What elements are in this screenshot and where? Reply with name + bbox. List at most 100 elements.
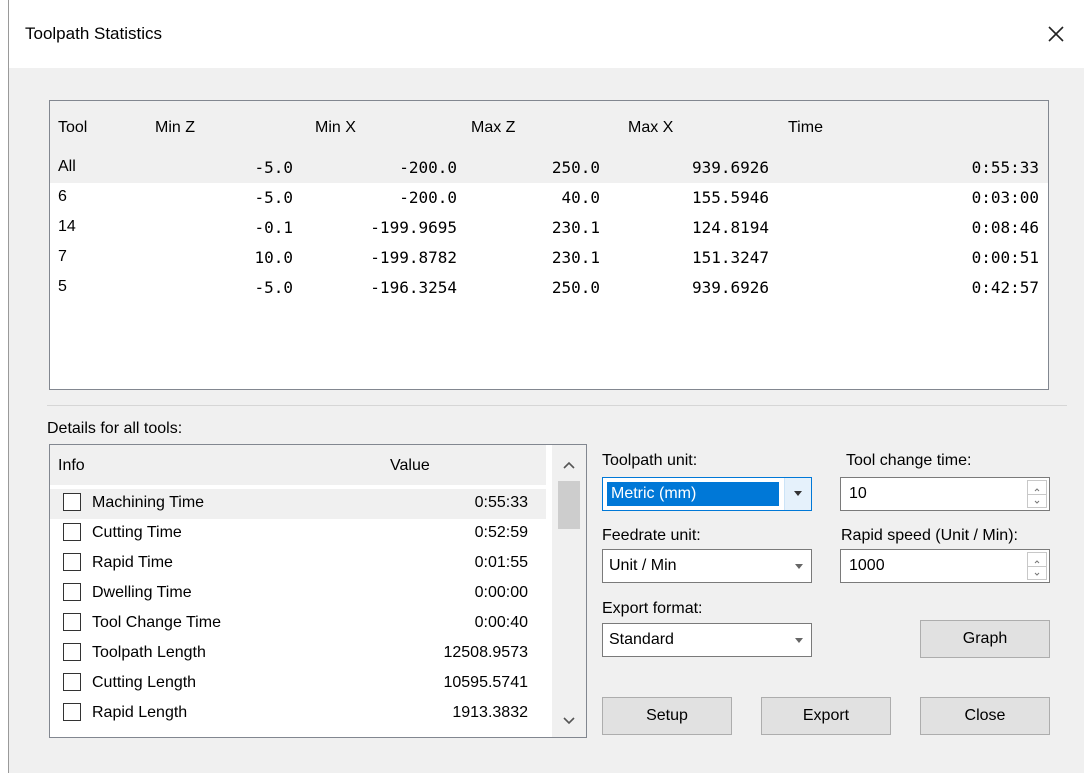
column-header-time[interactable]: Time bbox=[788, 119, 823, 137]
cell-min-x: -196.3254 bbox=[370, 278, 457, 297]
scroll-up-icon[interactable] bbox=[552, 449, 586, 481]
toolpath-unit-dropdown[interactable] bbox=[784, 478, 811, 510]
spin-down-icon[interactable] bbox=[1028, 494, 1046, 507]
column-header-info[interactable]: Info bbox=[58, 457, 85, 475]
list-item[interactable]: Rapid Time 0:01:55 bbox=[50, 549, 546, 579]
toolpath-unit-label: Toolpath unit: bbox=[602, 452, 698, 469]
tool-change-time-label: Tool change time: bbox=[846, 452, 972, 469]
cell-time: 0:03:00 bbox=[971, 188, 1039, 207]
close-button[interactable]: Close bbox=[920, 697, 1050, 735]
list-item[interactable]: Cutting Time 0:52:59 bbox=[50, 519, 546, 549]
checkbox[interactable] bbox=[63, 673, 81, 691]
list-item[interactable]: Toolpath Length 12508.9573 bbox=[50, 639, 546, 669]
cell-max-x: 155.5946 bbox=[691, 188, 769, 207]
detail-value: 0:00:00 bbox=[474, 584, 528, 601]
table-row[interactable]: All -5.0 -200.0 250.0 939.6926 0:55:33 bbox=[50, 153, 1048, 183]
column-header-max-z[interactable]: Max Z bbox=[471, 119, 515, 137]
details-scrollbar[interactable] bbox=[552, 445, 586, 737]
table-row[interactable]: 7 10.0 -199.8782 230.1 151.3247 0:00:51 bbox=[50, 243, 1048, 273]
cell-tool: All bbox=[58, 158, 76, 175]
table-row[interactable]: 5 -5.0 -196.3254 250.0 939.6926 0:42:57 bbox=[50, 273, 1048, 303]
tool-change-time-input[interactable]: 10 bbox=[840, 477, 1050, 511]
list-item[interactable]: Machining Time 0:55:33 bbox=[50, 489, 546, 519]
window-title: Toolpath Statistics bbox=[25, 24, 163, 43]
cell-max-x: 939.6926 bbox=[691, 278, 769, 297]
toolpath-statistics-dialog: Toolpath Statistics Tool Min Z Min X Max… bbox=[8, 0, 1084, 773]
list-item[interactable]: Dwelling Time 0:00:00 bbox=[50, 579, 546, 609]
detail-label: Rapid Length bbox=[92, 704, 188, 721]
scroll-thumb[interactable] bbox=[558, 481, 580, 529]
cell-min-z: -5.0 bbox=[254, 158, 293, 177]
cell-max-z: 250.0 bbox=[551, 278, 600, 297]
cell-min-x: -200.0 bbox=[399, 158, 457, 177]
cell-min-z: 10.0 bbox=[254, 248, 293, 267]
toolpath-unit-value: Metric (mm) bbox=[607, 482, 779, 506]
checkbox[interactable] bbox=[63, 703, 81, 721]
chevron-down-icon bbox=[795, 564, 803, 569]
chevron-down-icon bbox=[795, 638, 803, 643]
list-item[interactable]: Cutting Length 10595.5741 bbox=[50, 669, 546, 699]
checkbox[interactable] bbox=[63, 493, 81, 511]
setup-button[interactable]: Setup bbox=[602, 697, 732, 735]
cell-max-x: 151.3247 bbox=[691, 248, 769, 267]
feedrate-unit-value: Unit / Min bbox=[609, 557, 677, 574]
detail-value: 0:00:40 bbox=[474, 614, 528, 631]
cell-min-x: -199.9695 bbox=[370, 218, 457, 237]
table-row[interactable]: 6 -5.0 -200.0 40.0 155.5946 0:03:00 bbox=[50, 183, 1048, 213]
tool-statistics-table[interactable]: Tool Min Z Min X Max Z Max X Time All -5.… bbox=[49, 100, 1049, 390]
cell-min-z: -0.1 bbox=[254, 218, 293, 237]
detail-value: 1913.3832 bbox=[452, 704, 528, 721]
toolpath-unit-select[interactable]: Metric (mm) bbox=[602, 477, 812, 511]
feedrate-unit-select[interactable]: Unit / Min bbox=[602, 549, 812, 583]
column-header-min-x[interactable]: Min X bbox=[315, 119, 356, 137]
cell-time: 0:08:46 bbox=[971, 218, 1039, 237]
divider bbox=[47, 405, 1067, 406]
cell-tool: 14 bbox=[58, 218, 76, 235]
spin-down-icon[interactable] bbox=[1028, 566, 1046, 579]
checkbox[interactable] bbox=[63, 553, 81, 571]
rapid-speed-value: 1000 bbox=[849, 557, 885, 574]
title-bar: Toolpath Statistics bbox=[9, 0, 1084, 68]
cell-max-z: 40.0 bbox=[561, 188, 600, 207]
detail-value: 0:55:33 bbox=[474, 494, 528, 511]
details-header: Info Value bbox=[50, 445, 546, 485]
list-item[interactable]: Tool Change Time 0:00:40 bbox=[50, 609, 546, 639]
cell-max-x: 939.6926 bbox=[691, 158, 769, 177]
tool-change-time-value: 10 bbox=[849, 485, 867, 502]
spin-up-icon[interactable] bbox=[1028, 481, 1046, 495]
detail-label: Machining Time bbox=[92, 494, 205, 511]
list-item[interactable]: Rapid Length 1913.3832 bbox=[50, 699, 546, 729]
cell-tool: 7 bbox=[58, 248, 67, 265]
detail-label: Rapid Time bbox=[92, 554, 173, 571]
column-header-tool[interactable]: Tool bbox=[58, 119, 87, 137]
export-format-select[interactable]: Standard bbox=[602, 623, 812, 657]
export-format-value: Standard bbox=[609, 631, 674, 648]
close-window-icon[interactable] bbox=[1038, 16, 1074, 52]
detail-label: Cutting Length bbox=[92, 674, 197, 691]
cell-max-z: 230.1 bbox=[551, 218, 600, 237]
rapid-speed-input[interactable]: 1000 bbox=[840, 549, 1050, 583]
checkbox[interactable] bbox=[63, 583, 81, 601]
graph-button[interactable]: Graph bbox=[920, 620, 1050, 658]
detail-value: 0:52:59 bbox=[474, 524, 528, 541]
column-header-max-x[interactable]: Max X bbox=[628, 119, 673, 137]
detail-value: 10595.5741 bbox=[443, 674, 528, 691]
details-list[interactable]: Info Value Machining Time 0:55:33 Cutting … bbox=[49, 444, 587, 738]
spin-up-icon[interactable] bbox=[1028, 553, 1046, 567]
cell-time: 0:00:51 bbox=[971, 248, 1039, 267]
column-header-value[interactable]: Value bbox=[390, 457, 430, 475]
export-format-label: Export format: bbox=[602, 600, 703, 617]
checkbox[interactable] bbox=[63, 643, 81, 661]
table-row[interactable]: 14 -0.1 -199.9695 230.1 124.8194 0:08:46 bbox=[50, 213, 1048, 243]
cell-max-x: 124.8194 bbox=[691, 218, 769, 237]
cell-time: 0:55:33 bbox=[971, 158, 1039, 177]
checkbox[interactable] bbox=[63, 523, 81, 541]
scroll-down-icon[interactable] bbox=[552, 705, 586, 737]
detail-value: 12508.9573 bbox=[443, 644, 528, 661]
cell-max-z: 230.1 bbox=[551, 248, 600, 267]
rapid-speed-label: Rapid speed (Unit / Min): bbox=[841, 527, 1018, 544]
export-button[interactable]: Export bbox=[761, 697, 891, 735]
cell-max-z: 250.0 bbox=[551, 158, 600, 177]
column-header-min-z[interactable]: Min Z bbox=[155, 119, 195, 137]
checkbox[interactable] bbox=[63, 613, 81, 631]
